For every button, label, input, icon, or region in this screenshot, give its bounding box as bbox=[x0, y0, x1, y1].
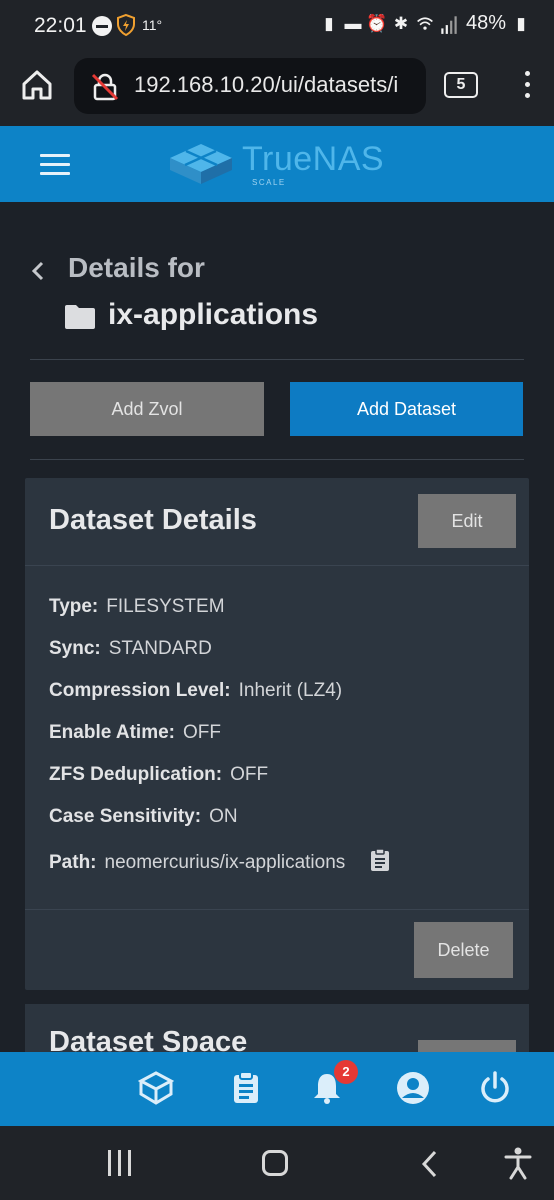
browser-toolbar: 192.168.10.20/ui/datasets/i 5 bbox=[0, 52, 554, 126]
battery-percent: 48% bbox=[465, 12, 506, 34]
divider bbox=[25, 909, 529, 910]
app-header: TrueNAS SCALE bbox=[0, 126, 554, 202]
divider bbox=[30, 359, 524, 360]
recent-apps-icon[interactable] bbox=[106, 1150, 134, 1176]
detail-row-atime: Enable Atime: OFF bbox=[49, 722, 221, 743]
url-text[interactable]: 192.168.10.20/ui/datasets/i bbox=[134, 72, 398, 98]
add-zvol-button[interactable]: Add Zvol bbox=[30, 382, 264, 436]
back-icon[interactable] bbox=[420, 1150, 438, 1178]
menu-icon[interactable] bbox=[40, 154, 70, 176]
task-clipboard-icon[interactable] bbox=[228, 1070, 264, 1106]
wifi-icon bbox=[417, 16, 433, 30]
detail-row-sync: Sync: STANDARD bbox=[49, 638, 212, 659]
dataset-space-card: Dataset Space bbox=[25, 1004, 529, 1052]
divider bbox=[30, 459, 524, 460]
bed-icon: ▬ bbox=[344, 13, 362, 33]
main-content: Details for ix-applications Add Zvol Add… bbox=[0, 202, 554, 1052]
back-chevron-icon[interactable] bbox=[30, 260, 46, 282]
signal-icon bbox=[441, 15, 457, 34]
divider bbox=[25, 565, 529, 566]
brand-subtitle: SCALE bbox=[252, 178, 286, 187]
edit-button[interactable]: Edit bbox=[418, 494, 516, 548]
status-temperature: 11° bbox=[142, 17, 163, 33]
notification-badge: 2 bbox=[334, 1060, 358, 1084]
copy-clipboard-icon[interactable] bbox=[369, 848, 391, 872]
shield-icon bbox=[117, 13, 135, 37]
home-icon[interactable] bbox=[20, 68, 54, 102]
system-navigation-bar bbox=[0, 1126, 554, 1200]
power-icon[interactable] bbox=[477, 1070, 513, 1106]
battery-icon: ▮ bbox=[516, 13, 526, 33]
more-menu-icon[interactable] bbox=[518, 68, 536, 102]
detail-row-compression: Compression Level: Inherit (LZ4) bbox=[49, 680, 343, 701]
dataset-space-action-button[interactable] bbox=[418, 1040, 516, 1052]
bluetooth-icon: ✱ bbox=[393, 13, 409, 33]
details-list: Type: FILESYSTEM Sync: STANDARD Compressio… bbox=[49, 596, 391, 890]
truenas-dashboard-icon[interactable] bbox=[138, 1070, 174, 1106]
detail-row-path: Path: neomercurius/ix-applications bbox=[49, 848, 391, 890]
detail-row-type: Type: FILESYSTEM bbox=[49, 596, 225, 617]
battery-saver-icon: ▮ bbox=[324, 13, 334, 33]
page-title: Details for bbox=[68, 252, 205, 283]
card-title: Dataset Space bbox=[49, 1026, 248, 1052]
delete-button[interactable]: Delete bbox=[414, 922, 513, 978]
account-circle-icon[interactable] bbox=[395, 1070, 431, 1106]
tab-switcher-button[interactable]: 5 bbox=[444, 72, 478, 98]
insecure-lock-icon[interactable] bbox=[90, 72, 120, 102]
folder-icon bbox=[65, 305, 95, 329]
do-not-disturb-icon bbox=[92, 16, 112, 36]
accessibility-icon[interactable] bbox=[504, 1146, 532, 1180]
truenas-logo-icon bbox=[170, 144, 232, 184]
bottom-app-nav: 2 bbox=[0, 1052, 554, 1126]
alarm-icon: ⏰ bbox=[366, 13, 388, 33]
status-bar: 22:01 11° ▮ ▬ ⏰ ✱ 48% ▮ bbox=[0, 0, 554, 52]
dataset-details-card: Dataset Details Edit Type: FILESYSTEM Syn… bbox=[25, 478, 529, 990]
add-dataset-button[interactable]: Add Dataset bbox=[290, 382, 523, 436]
brand-name: TrueNAS bbox=[242, 140, 385, 178]
address-bar[interactable]: 192.168.10.20/ui/datasets/i bbox=[74, 58, 426, 114]
dataset-name: ix-applications bbox=[108, 298, 319, 331]
status-time: 22:01 bbox=[34, 14, 87, 37]
home-button-icon[interactable] bbox=[262, 1150, 288, 1176]
card-title: Dataset Details bbox=[49, 504, 257, 536]
detail-row-case-sensitivity: Case Sensitivity: ON bbox=[49, 806, 238, 827]
detail-row-dedup: ZFS Deduplication: OFF bbox=[49, 764, 269, 785]
